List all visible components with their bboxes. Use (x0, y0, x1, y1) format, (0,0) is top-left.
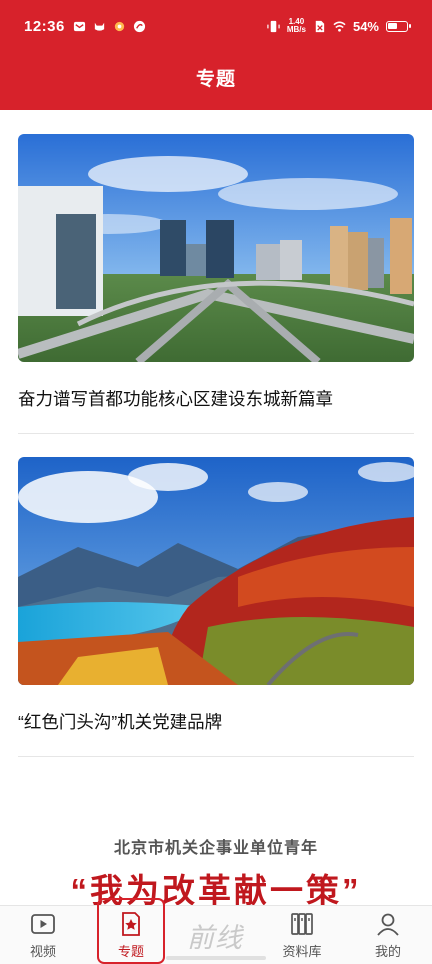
notification-icons (73, 20, 146, 33)
play-box-icon (31, 914, 55, 934)
card-divider-1 (18, 433, 414, 434)
card-title-2[interactable]: “红色门头沟”机关党建品牌 (18, 709, 414, 734)
card-divider-2 (18, 756, 414, 757)
flower-app-icon (114, 21, 125, 31)
status-right: 1.40 MB/s 54% (267, 18, 411, 34)
card-title-1[interactable]: 奋力谱写首都功能核心区建设东城新篇章 (18, 386, 414, 411)
user-icon (377, 913, 399, 936)
qianxian-logo: 前线 (187, 923, 243, 954)
mail-icon (73, 21, 85, 31)
battery-percent: 54% (352, 18, 379, 34)
page-title: 专题 (195, 69, 236, 90)
swirl-app-icon (133, 20, 145, 32)
banner-subtitle[interactable]: 北京市机关企事业单位青年 (0, 834, 432, 858)
mountain-landscape-image (18, 457, 414, 685)
city-skyline-image (18, 134, 414, 362)
bottom-nav: 视频 专题 前线 资料库 我的 (0, 905, 432, 964)
status-left: 12:36 (24, 18, 146, 35)
status-bar: 12:36 1.40 MB/s 54% (0, 0, 432, 52)
gesture-handle[interactable] (166, 956, 266, 960)
nav-item-library[interactable]: 资料库 (270, 906, 334, 964)
no-sim-icon (315, 20, 325, 32)
nav-label-library: 资料库 (282, 944, 322, 959)
nav-label-video: 视频 (29, 944, 56, 959)
card-image-landscape[interactable] (18, 457, 414, 685)
battery-level (388, 22, 398, 29)
vibrate-icon (267, 20, 280, 32)
battery-icon (386, 20, 411, 32)
cat-app-icon (94, 22, 105, 31)
network-speed-unit: MB/s (286, 25, 306, 34)
nav-label-mine: 我的 (374, 944, 401, 959)
network-speed: 1.40 MB/s (287, 18, 306, 34)
status-time: 12:36 (24, 17, 65, 35)
wifi-icon (333, 21, 346, 32)
active-tab-highlight (97, 898, 165, 964)
nav-item-video[interactable]: 视频 (14, 906, 72, 964)
nav-item-mine[interactable]: 我的 (359, 906, 417, 964)
app-header: 12:36 1.40 MB/s 54% 专题 (0, 0, 432, 110)
bookshelf-icon (291, 913, 313, 935)
card-image-city[interactable] (18, 134, 414, 362)
